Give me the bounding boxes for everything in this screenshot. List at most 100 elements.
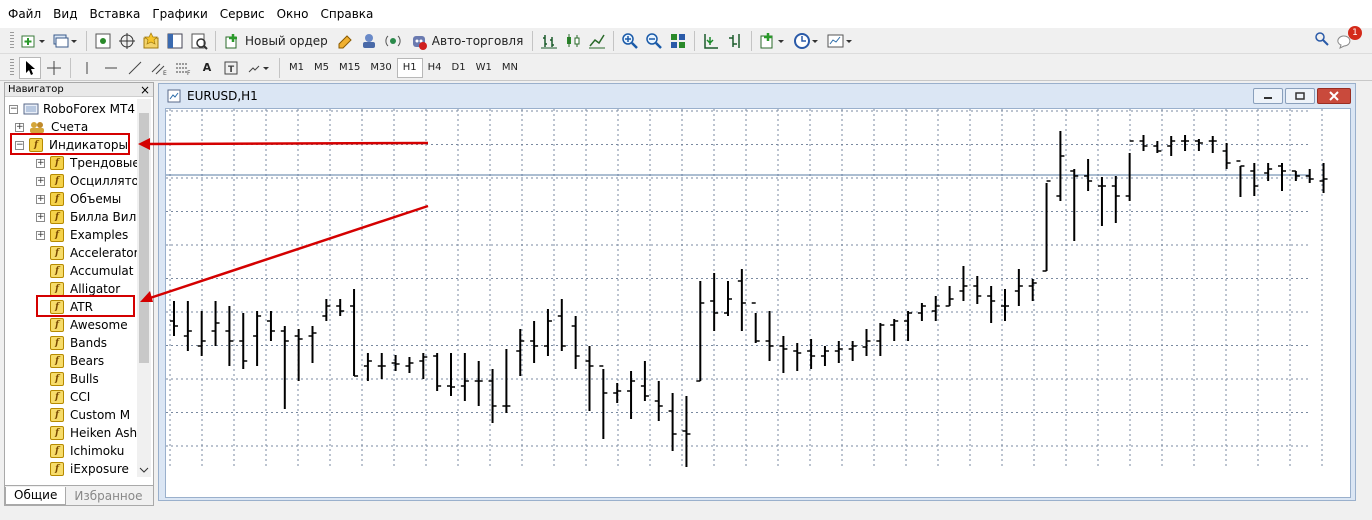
scroll-down-icon[interactable]: [137, 465, 151, 475]
chart-window-titlebar[interactable]: EURUSD,H1: [159, 84, 1355, 108]
expand-icon[interactable]: +: [36, 176, 45, 186]
tf-w1[interactable]: W1: [471, 58, 497, 78]
tree-indicator[interactable]: f Awesome: [50, 316, 128, 334]
expand-icon[interactable]: +: [15, 122, 24, 132]
options-icon[interactable]: [358, 30, 380, 52]
bar-chart-icon[interactable]: [538, 30, 560, 52]
cursor-icon[interactable]: [19, 56, 41, 79]
menu-window[interactable]: Окно: [277, 7, 321, 21]
horizontal-line-icon[interactable]: [100, 57, 122, 79]
zoom-in-icon[interactable]: [619, 30, 641, 52]
chart-shift-icon[interactable]: [724, 30, 746, 52]
tf-m30[interactable]: M30: [365, 58, 396, 78]
crosshair-icon[interactable]: [43, 57, 65, 79]
menu-insert[interactable]: Вставка: [89, 7, 152, 21]
autotrade-button[interactable]: Авто-торговля: [406, 30, 528, 52]
tree-indicator[interactable]: f Accelerator: [50, 244, 137, 262]
tree-indicator-atr[interactable]: f ATR: [50, 298, 93, 316]
zoom-out-icon[interactable]: [643, 30, 665, 52]
periods-icon[interactable]: [791, 30, 823, 52]
tree-indicator[interactable]: f Custom M: [50, 406, 130, 424]
menu-help[interactable]: Справка: [321, 7, 386, 21]
text-tool-icon[interactable]: A: [196, 57, 218, 79]
terminal-icon[interactable]: [164, 30, 186, 52]
candles-icon[interactable]: [562, 30, 584, 52]
minimize-button[interactable]: [1253, 88, 1283, 104]
signal-icon[interactable]: [382, 30, 404, 52]
new-chart-icon[interactable]: [19, 30, 49, 52]
close-button[interactable]: [1317, 88, 1351, 104]
search-icon[interactable]: [1314, 31, 1330, 50]
tree-indicator[interactable]: f Bands: [50, 334, 107, 352]
autoscroll-icon[interactable]: [700, 30, 722, 52]
tf-m15[interactable]: M15: [334, 58, 365, 78]
arrows-icon[interactable]: [244, 57, 274, 79]
templates-icon[interactable]: [825, 30, 857, 52]
ohlc-bar: [1305, 169, 1314, 183]
tf-m5[interactable]: M5: [309, 58, 334, 78]
tree-indicator[interactable]: f Heiken Ash: [50, 424, 137, 442]
tree-root[interactable]: − RoboForex MT4: [9, 100, 135, 118]
channel-icon[interactable]: E: [148, 57, 170, 79]
menu-tools[interactable]: Сервис: [220, 7, 277, 21]
trendline-icon[interactable]: [124, 57, 146, 79]
menu-charts[interactable]: Графики: [152, 7, 219, 21]
metaeditor-icon[interactable]: [334, 30, 356, 52]
menu-view[interactable]: Вид: [53, 7, 89, 21]
expand-icon[interactable]: +: [36, 194, 45, 204]
tf-h1[interactable]: H1: [396, 57, 423, 78]
ohlc-bar: [765, 311, 774, 361]
tree-indicators[interactable]: − f Индикаторы: [15, 136, 128, 154]
toolbar-grip[interactable]: [10, 58, 14, 77]
data-window-icon[interactable]: [116, 30, 138, 52]
tree-indicator[interactable]: f iExposure: [50, 460, 129, 478]
tree-indicator[interactable]: f Alligator: [50, 280, 120, 298]
scrollbar-thumb[interactable]: [139, 113, 149, 363]
tree-indicator[interactable]: f Accumulat: [50, 262, 134, 280]
tree-indicator[interactable]: f Bulls: [50, 370, 99, 388]
tree-indicator[interactable]: f Ichimoku: [50, 442, 124, 460]
fibonacci-icon[interactable]: F: [172, 57, 194, 79]
tree-accounts[interactable]: + Счета: [15, 118, 88, 136]
text-label-icon[interactable]: T: [220, 57, 242, 79]
expand-icon[interactable]: +: [36, 158, 45, 168]
tree-folder[interactable]: + f Билла Вил: [36, 208, 136, 226]
indicators-icon[interactable]: [757, 30, 789, 52]
collapse-icon[interactable]: −: [9, 104, 18, 114]
tree-folder[interactable]: + f Осциллято: [36, 172, 137, 190]
new-order-button[interactable]: Новый ордер: [221, 30, 332, 52]
tree-folder[interactable]: + f Examples: [36, 226, 128, 244]
line-chart-icon[interactable]: [586, 30, 608, 52]
expand-icon[interactable]: +: [36, 230, 45, 240]
navigator-icon[interactable]: [140, 30, 162, 52]
window-controls: [1253, 88, 1351, 104]
vertical-line-icon[interactable]: [76, 57, 98, 79]
tree-indicator[interactable]: f CCI: [50, 388, 90, 406]
toolbar-separator: [613, 30, 615, 51]
navigator-scrollbar[interactable]: [137, 99, 151, 477]
tab-common[interactable]: Общие: [5, 487, 67, 505]
tree-folder[interactable]: + f Объемы: [36, 190, 121, 208]
tile-icon[interactable]: [667, 30, 689, 52]
ohlc-bar: [931, 296, 940, 321]
tree-folder[interactable]: + f Трендовые: [36, 154, 137, 172]
expand-icon[interactable]: +: [36, 212, 45, 222]
toolbar-grip[interactable]: [10, 31, 14, 50]
tab-favorites[interactable]: Избранное: [66, 488, 150, 505]
notifications-icon[interactable]: 1: [1336, 26, 1362, 50]
restore-button[interactable]: [1285, 88, 1315, 104]
price-chart[interactable]: [166, 109, 1350, 497]
tester-icon[interactable]: [188, 30, 210, 52]
collapse-icon[interactable]: −: [15, 140, 24, 150]
profiles-icon[interactable]: [51, 30, 81, 52]
tf-mn[interactable]: MN: [497, 58, 523, 78]
tf-h4[interactable]: H4: [423, 58, 447, 78]
navigator-close-icon[interactable]: ×: [140, 83, 150, 97]
menu-file[interactable]: Файл: [8, 7, 53, 21]
tf-m1[interactable]: M1: [284, 58, 309, 78]
svg-text:F: F: [187, 70, 191, 76]
tree-indicator[interactable]: f Bears: [50, 352, 104, 370]
market-watch-icon[interactable]: [92, 30, 114, 52]
chart-plot-area[interactable]: [165, 108, 1351, 498]
tf-d1[interactable]: D1: [447, 58, 471, 78]
